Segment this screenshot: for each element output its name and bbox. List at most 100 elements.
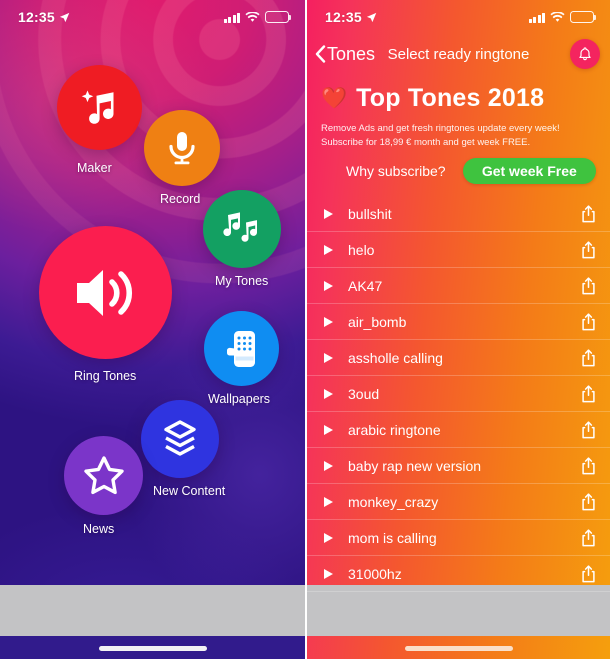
- list-item-label: arabic ringtone: [348, 421, 441, 438]
- list-item[interactable]: mom is calling: [307, 520, 610, 556]
- list-item[interactable]: 3oud: [307, 376, 610, 412]
- list-item[interactable]: monkey_crazy: [307, 484, 610, 520]
- list-item[interactable]: AK47: [307, 268, 610, 304]
- ad-banner-right[interactable]: [307, 585, 610, 636]
- play-triangle-icon[interactable]: [323, 388, 334, 400]
- tile-wallpapers-bubble[interactable]: [204, 311, 279, 386]
- share-export-icon[interactable]: [581, 240, 596, 259]
- play-triangle-icon[interactable]: [323, 532, 334, 544]
- share-export-icon[interactable]: [581, 312, 596, 331]
- notifications-button[interactable]: [570, 39, 600, 69]
- list-item-label: bullshit: [348, 205, 392, 222]
- list-item[interactable]: assholle calling: [307, 340, 610, 376]
- wifi-icon: [245, 11, 260, 22]
- speaker-volume-icon: [76, 269, 132, 316]
- list-item-label: 31000hz: [348, 565, 402, 582]
- tile-record[interactable]: Record: [144, 110, 220, 206]
- tile-record-bubble[interactable]: [144, 110, 220, 186]
- share-export-icon[interactable]: [581, 528, 596, 547]
- play-triangle-icon[interactable]: [323, 496, 334, 508]
- tile-new-content[interactable]: New Content: [141, 400, 225, 498]
- promo-title-row: ❤️ Top Tones 2018: [321, 84, 596, 113]
- tile-wallpapers[interactable]: Wallpapers: [204, 311, 279, 406]
- share-export-icon[interactable]: [581, 564, 596, 583]
- tile-news-label: News: [83, 522, 115, 536]
- tile-my-tones-bubble[interactable]: [203, 190, 281, 268]
- wifi-icon: [550, 11, 565, 22]
- play-triangle-icon[interactable]: [323, 460, 334, 472]
- play-triangle-icon[interactable]: [323, 424, 334, 436]
- tile-new-content-label: New Content: [153, 484, 226, 498]
- tile-news-bubble[interactable]: [64, 436, 143, 515]
- heart-emoji: ❤️: [321, 87, 348, 110]
- left-phone-screen: 12:35 Maker Record My Tones Ring Tones W…: [0, 0, 305, 659]
- battery-icon: [265, 11, 292, 23]
- list-item[interactable]: 31000hz: [307, 556, 610, 592]
- promo-action-row: Why subscribe? Get week Free: [321, 157, 596, 184]
- play-triangle-icon[interactable]: [323, 316, 334, 328]
- ringtone-list: bullshit helo AK47 air_bomb assholle calling…: [307, 196, 610, 592]
- location-arrow-icon: [59, 12, 70, 22]
- tile-my-tones[interactable]: My Tones: [203, 190, 281, 288]
- list-item[interactable]: helo: [307, 232, 610, 268]
- tile-record-label: Record: [160, 192, 201, 206]
- list-item-label: monkey_crazy: [348, 493, 439, 510]
- promo-title: Top Tones 2018: [356, 84, 545, 112]
- dual-screenshot-stage: 12:35 Maker Record My Tones Ring Tones W…: [0, 0, 610, 659]
- home-indicator-right[interactable]: [404, 646, 513, 651]
- status-bar-right-group-2: [528, 11, 597, 23]
- why-subscribe-link[interactable]: Why subscribe?: [346, 163, 446, 179]
- list-item-label: assholle calling: [348, 349, 443, 366]
- list-item[interactable]: baby rap new version: [307, 448, 610, 484]
- list-item[interactable]: arabic ringtone: [307, 412, 610, 448]
- cellular-signal-icon: [528, 12, 545, 23]
- navigation-bar: Tones Select ready ringtone: [307, 34, 610, 74]
- bell-icon: [579, 47, 591, 61]
- list-item-label: air_bomb: [348, 313, 407, 330]
- share-export-icon[interactable]: [581, 492, 596, 511]
- get-week-free-button[interactable]: Get week Free: [462, 157, 596, 184]
- status-bar-left-group: 12:35: [18, 9, 70, 25]
- share-export-icon[interactable]: [581, 384, 596, 403]
- play-triangle-icon[interactable]: [323, 244, 334, 256]
- list-item[interactable]: bullshit: [307, 196, 610, 232]
- home-tile-grid: Maker Record My Tones Ring Tones Wallpap…: [0, 0, 305, 659]
- share-export-icon[interactable]: [581, 276, 596, 295]
- status-bar-left-group-2: 12:35: [325, 9, 377, 25]
- tile-ring-tones[interactable]: Ring Tones: [39, 226, 172, 383]
- layers-stack-icon: [164, 420, 196, 456]
- play-triangle-icon[interactable]: [323, 352, 334, 364]
- tile-maker[interactable]: Maker: [57, 65, 142, 175]
- star-outline-icon: [83, 455, 124, 494]
- chevron-left-icon: [315, 45, 326, 63]
- sparkle-music-note-icon: [81, 90, 113, 124]
- tile-ring-tones-label: Ring Tones: [74, 369, 137, 383]
- play-triangle-icon[interactable]: [323, 568, 334, 580]
- share-export-icon[interactable]: [581, 204, 596, 223]
- play-triangle-icon[interactable]: [323, 280, 334, 292]
- share-export-icon[interactable]: [581, 348, 596, 367]
- list-item-label: baby rap new version: [348, 457, 482, 474]
- tile-news[interactable]: News: [64, 436, 143, 536]
- promo-banner: ❤️ Top Tones 2018 Remove Ads and get fre…: [307, 74, 610, 184]
- microphone-icon: [169, 132, 195, 165]
- cellular-signal-icon: [223, 12, 240, 23]
- status-bar-right-group: [223, 11, 292, 23]
- back-button-label: Tones: [327, 43, 376, 64]
- location-arrow-icon: [366, 12, 377, 22]
- tile-maker-bubble[interactable]: [57, 65, 142, 150]
- status-time: 12:35: [325, 9, 362, 25]
- tile-ring-tones-bubble[interactable]: [39, 226, 172, 359]
- tile-maker-label: Maker: [77, 161, 112, 175]
- share-export-icon[interactable]: [581, 420, 596, 439]
- play-triangle-icon[interactable]: [323, 208, 334, 220]
- tile-new-content-bubble[interactable]: [141, 400, 219, 478]
- share-export-icon[interactable]: [581, 456, 596, 475]
- list-item-label: helo: [348, 241, 375, 258]
- back-button[interactable]: Tones: [315, 44, 375, 65]
- battery-icon: [570, 11, 597, 23]
- status-bar-left: 12:35: [0, 0, 305, 34]
- list-item[interactable]: air_bomb: [307, 304, 610, 340]
- phone-wallpaper-icon: [226, 330, 255, 367]
- status-time: 12:35: [18, 9, 55, 25]
